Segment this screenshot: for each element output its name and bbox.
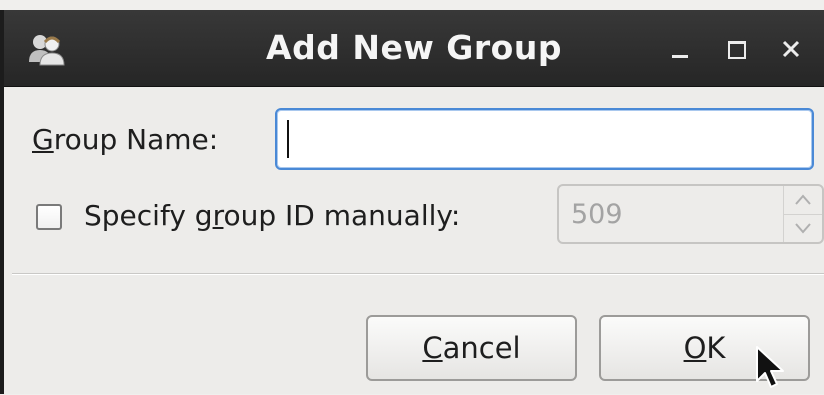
group-id-spinbox: 509 — [557, 184, 824, 244]
spin-down-icon — [784, 214, 822, 242]
specify-gid-checkbox[interactable] — [36, 204, 62, 230]
separator — [12, 273, 824, 275]
group-name-input[interactable] — [275, 108, 814, 170]
mouse-pointer-icon — [754, 345, 790, 395]
cancel-label: ancel — [442, 331, 521, 365]
group-id-value: 509 — [571, 199, 623, 230]
specify-gid-mnemonic: r — [212, 199, 224, 232]
cancel-mnemonic: C — [422, 331, 443, 365]
add-group-dialog: Add New Group Group Name: Specify group … — [0, 10, 824, 394]
spin-arrows — [783, 186, 822, 242]
group-name-label: Group Name: — [32, 123, 218, 156]
ok-mnemonic: O — [683, 331, 707, 365]
cancel-button[interactable]: Cancel — [366, 315, 577, 381]
maximize-icon[interactable] — [720, 32, 754, 66]
minimize-icon[interactable] — [664, 32, 698, 66]
text-caret — [287, 120, 289, 158]
window-title: Add New Group — [266, 28, 562, 67]
close-icon[interactable] — [774, 32, 808, 66]
title-bar[interactable]: Add New Group — [4, 10, 824, 87]
specify-gid-label-part2: oup ID manually: — [223, 199, 461, 232]
specify-gid-label[interactable]: Specify group ID manually: — [84, 199, 460, 232]
spin-up-icon — [784, 186, 822, 215]
ok-label: K — [706, 331, 726, 365]
group-name-mnemonic: G — [32, 123, 54, 156]
specify-gid-label-part1: Specify g — [84, 199, 213, 232]
group-name-label-text: roup Name: — [53, 123, 219, 156]
